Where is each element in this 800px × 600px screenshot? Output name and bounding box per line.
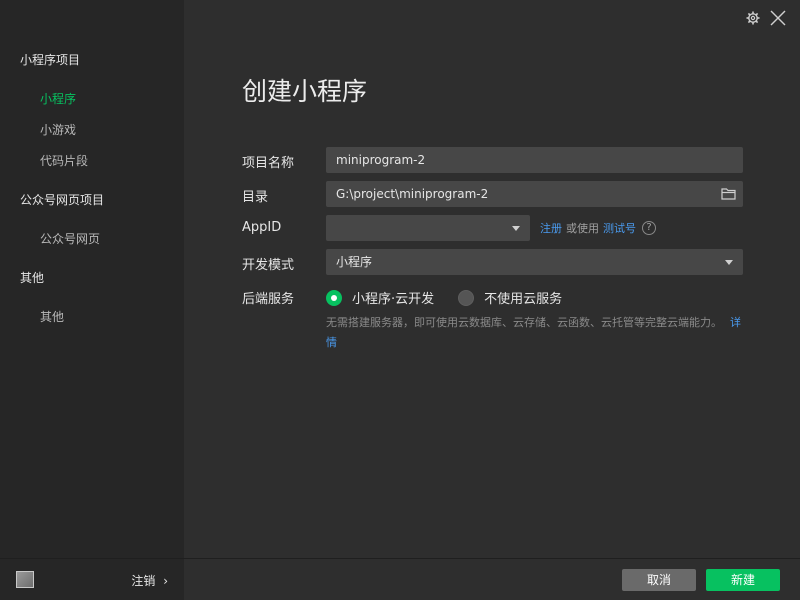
avatar[interactable] xyxy=(16,571,34,588)
footer: 取消 新建 xyxy=(184,558,800,600)
dev-mode-select[interactable]: 小程序 xyxy=(326,249,743,275)
sidebar-item-minigame[interactable]: 小游戏 xyxy=(40,121,76,138)
dev-mode-value: 小程序 xyxy=(336,255,373,269)
directory-label: 目录 xyxy=(242,190,269,205)
appid-links: 注册 或使用 测试号 ? xyxy=(540,220,656,236)
dev-mode-label: 开发模式 xyxy=(242,258,295,273)
close-icon[interactable] xyxy=(770,10,786,26)
cancel-button[interactable]: 取消 xyxy=(622,569,696,591)
sidebar-group-miniprogram: 小程序项目 xyxy=(20,53,81,67)
register-link[interactable]: 注册 xyxy=(540,220,562,236)
sidebar-group-other: 其他 xyxy=(20,271,45,285)
window-controls xyxy=(746,10,786,26)
help-icon[interactable]: ? xyxy=(642,221,656,235)
radio-cloud-dev[interactable]: 小程序·云开发 xyxy=(326,288,434,307)
or-text: 或使用 xyxy=(566,222,599,235)
radio-unchecked-icon xyxy=(458,289,475,306)
radio-cloud-dev-label: 小程序·云开发 xyxy=(352,292,435,307)
chevron-down-icon xyxy=(512,226,520,231)
sidebar-footer: 注销 › xyxy=(0,558,184,600)
radio-checked-icon xyxy=(326,289,342,306)
test-account-link[interactable]: 测试号 xyxy=(603,220,636,236)
sidebar-item-miniprogram[interactable]: 小程序 xyxy=(40,90,76,107)
backend-description: 无需搭建服务器，即可使用云数据库、云存储、云函数、云托管等完整云端能力。 详情 xyxy=(326,313,746,353)
create-button[interactable]: 新建 xyxy=(706,569,780,591)
appid-select[interactable] xyxy=(326,215,530,241)
page-title: 创建小程序 xyxy=(242,77,368,106)
folder-icon[interactable] xyxy=(721,187,736,200)
sidebar-item-official-account-web[interactable]: 公众号网页 xyxy=(40,230,100,247)
logout-label: 注销 xyxy=(131,574,156,588)
directory-input[interactable]: G:\project\miniprogram-2 xyxy=(326,181,743,207)
project-name-label: 项目名称 xyxy=(242,156,295,171)
chevron-down-icon xyxy=(725,260,733,265)
gear-icon[interactable] xyxy=(746,11,760,25)
chevron-right-icon: › xyxy=(163,574,168,588)
backend-radio-group: 小程序·云开发 不使用云服务 xyxy=(326,288,586,307)
backend-description-text: 无需搭建服务器，即可使用云数据库、云存储、云函数、云托管等完整云端能力。 xyxy=(326,316,722,329)
radio-no-cloud[interactable]: 不使用云服务 xyxy=(458,288,562,307)
sidebar: 小程序项目 小程序 小游戏 代码片段 公众号网页项目 公众号网页 其他 其他 注… xyxy=(0,0,184,600)
project-name-input[interactable]: miniprogram-2 xyxy=(326,147,743,173)
directory-value: G:\project\miniprogram-2 xyxy=(336,187,489,201)
logout-button[interactable]: 注销 › xyxy=(131,572,168,589)
appid-label: AppID xyxy=(242,220,282,235)
radio-no-cloud-label: 不使用云服务 xyxy=(484,292,563,307)
main-panel: 创建小程序 项目名称 miniprogram-2 目录 G:\project\m… xyxy=(184,0,800,600)
sidebar-item-code-snippet[interactable]: 代码片段 xyxy=(40,152,88,169)
backend-label: 后端服务 xyxy=(242,292,295,307)
sidebar-group-official-account: 公众号网页项目 xyxy=(20,193,105,207)
sidebar-item-other[interactable]: 其他 xyxy=(40,308,64,325)
